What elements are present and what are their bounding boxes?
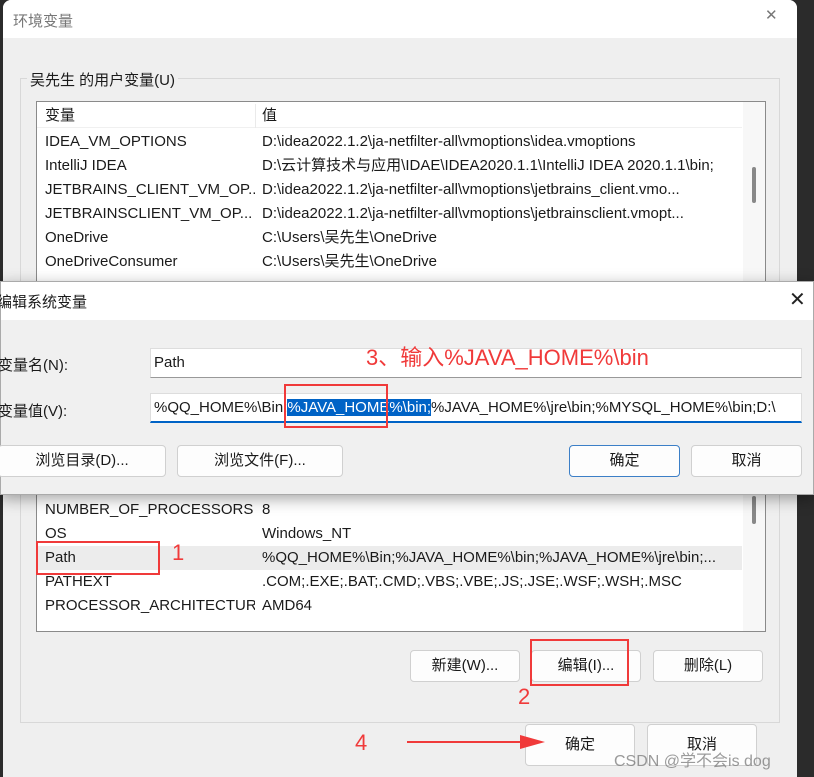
annotation-arrow xyxy=(407,735,545,749)
variable-name: IDEA_VM_OPTIONS xyxy=(45,133,187,150)
column-header-value[interactable]: 值 xyxy=(262,104,742,128)
variable-value-input[interactable]: %QQ_HOME%\Bin;%JAVA_HOME%\bin;%JAVA_HOME… xyxy=(150,393,802,423)
variable-value: %QQ_HOME%\Bin;%JAVA_HOME%\bin;%JAVA_HOME… xyxy=(262,549,717,566)
annotation-box-edit xyxy=(530,639,629,686)
table-row[interactable]: NUMBER_OF_PROCESSORS 8 xyxy=(37,498,742,522)
table-row[interactable]: JETBRAINSCLIENT_VM_OP... D:\idea2022.1.2\… xyxy=(37,202,742,226)
dialog-title: 编辑系统变量 xyxy=(0,294,88,311)
annotation-step3: 3、输入%JAVA_HOME%\bin xyxy=(366,345,649,370)
variable-value: AMD64 xyxy=(262,597,313,614)
table-row[interactable]: JETBRAINS_CLIENT_VM_OP... D:\idea2022.1.2… xyxy=(37,178,742,202)
scrollbar[interactable] xyxy=(743,102,765,285)
user-variables-list[interactable]: 变量 值 IDEA_VM_OPTIONS D:\idea2022.1.2\ja-n… xyxy=(36,101,766,286)
variable-name: JETBRAINSCLIENT_VM_OP... xyxy=(45,205,253,222)
dialog-cancel-button[interactable]: 取消 xyxy=(691,445,802,477)
annotation-box-path xyxy=(36,541,160,575)
variable-value: Windows_NT xyxy=(262,525,352,542)
variable-value: C:\Users\吴先生\OneDrive xyxy=(262,229,438,246)
new-button[interactable]: 新建(W)... xyxy=(410,650,520,682)
variable-value: 8 xyxy=(262,501,271,518)
variable-name: OneDriveConsumer xyxy=(45,253,178,270)
window-titlebar: 环境变量 ✕ xyxy=(3,0,797,38)
variable-value: D:\idea2022.1.2\ja-netfilter-all\vmoptio… xyxy=(262,133,636,150)
variable-name: IntelliJ IDEA xyxy=(45,157,127,174)
dialog-ok-button[interactable]: 确定 xyxy=(569,445,680,477)
variable-name: OneDrive xyxy=(45,229,109,246)
annotation-step1: 1 xyxy=(172,540,185,565)
annotation-step4: 4 xyxy=(355,730,368,755)
table-row[interactable]: OneDriveConsumer C:\Users\吴先生\OneDrive xyxy=(37,250,742,274)
variable-name: NUMBER_OF_PROCESSORS xyxy=(45,501,254,518)
variable-value: C:\Users\吴先生\OneDrive xyxy=(262,253,438,270)
value-text-after: %JAVA_HOME%\jre\bin;%MYSQL_HOME%\bin;D:\ xyxy=(431,399,776,416)
user-variables-label: 吴先生 的用户变量(U) xyxy=(27,69,178,90)
delete-button[interactable]: 删除(L) xyxy=(653,650,763,682)
variable-value: D:\idea2022.1.2\ja-netfilter-all\vmoptio… xyxy=(262,205,684,222)
close-icon[interactable]: ✕ xyxy=(789,287,806,312)
variable-value: .COM;.EXE;.BAT;.CMD;.VBS;.VBE;.JS;.JSE;.… xyxy=(262,573,682,590)
variable-name: PROCESSOR_ARCHITECTURE xyxy=(45,597,255,614)
variable-value: D:\idea2022.1.2\ja-netfilter-all\vmoptio… xyxy=(262,181,680,198)
watermark: CSDN @学不会is dog xyxy=(614,753,771,770)
table-row[interactable]: PROCESSOR_ARCHITECTURE AMD64 xyxy=(37,594,742,618)
edit-system-variable-dialog: 编辑系统变量 ✕ 变量名(N): Path 变量值(V): %QQ_HOME%\… xyxy=(0,281,814,495)
table-row[interactable]: IDEA_VM_OPTIONS D:\idea2022.1.2\ja-netfil… xyxy=(37,130,742,154)
browse-file-button[interactable]: 浏览文件(F)... xyxy=(177,445,343,477)
column-header-name[interactable]: 变量 xyxy=(45,104,255,128)
variable-name-label: 变量名(N): xyxy=(0,357,68,374)
variable-value: D:\云计算技术与应用\IDAE\IDEA2020.1.1\IntelliJ I… xyxy=(262,157,714,174)
variable-value-label: 变量值(V): xyxy=(0,403,68,420)
close-icon[interactable]: ✕ xyxy=(765,6,778,24)
scrollbar[interactable] xyxy=(743,481,765,631)
table-row[interactable]: IntelliJ IDEA D:\云计算技术与应用\IDAE\IDEA2020.1… xyxy=(37,154,742,178)
table-row[interactable] xyxy=(37,618,742,631)
table-row[interactable]: OneDrive C:\Users\吴先生\OneDrive xyxy=(37,226,742,250)
value-text-before: %QQ_HOME%\Bin; xyxy=(154,399,288,416)
list-header: 变量 值 xyxy=(37,104,742,128)
variable-name: JETBRAINS_CLIENT_VM_OP... xyxy=(45,181,255,198)
annotation-step2: 2 xyxy=(518,684,531,709)
dialog-titlebar: 编辑系统变量 ✕ xyxy=(0,282,813,320)
annotation-box-value xyxy=(284,384,388,428)
browse-directory-button[interactable]: 浏览目录(D)... xyxy=(0,445,166,477)
window-title: 环境变量 xyxy=(13,13,74,30)
